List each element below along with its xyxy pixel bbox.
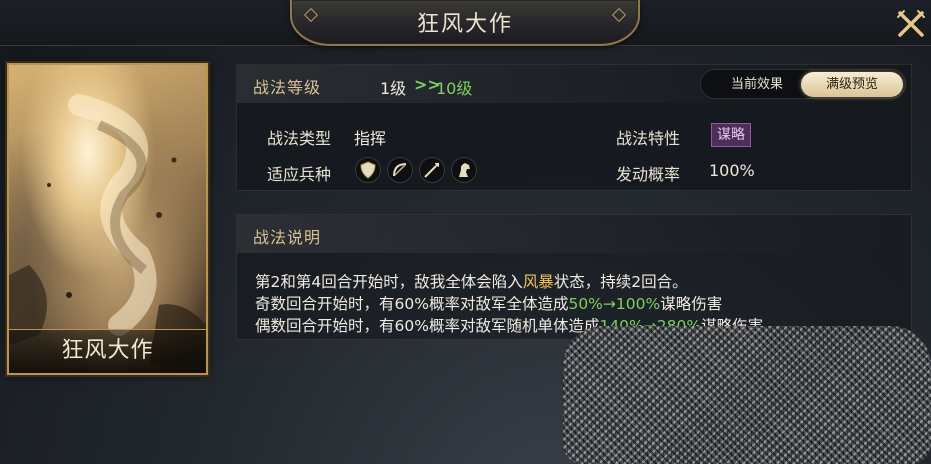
- close-icon: [897, 10, 925, 37]
- description-line-1: 第2和第4回合开始时，敌我全体会陷入风暴状态，持续2回合。: [255, 270, 688, 292]
- horse-icon: [451, 157, 477, 183]
- level-current: 1级: [380, 79, 407, 98]
- effect-toggle: 当前效果 满级预览: [700, 69, 906, 99]
- damage-rate-highlight: 50%→100%: [568, 295, 661, 313]
- tactic-info-panel: 战法等级 1级 >> 10级 当前效果 满级预览 战法类型 指挥 战法特性 谋略…: [236, 64, 912, 191]
- tactic-card: 狂风大作: [7, 63, 208, 375]
- bow-icon: [387, 157, 413, 183]
- desc-text: 偶数回合开始时，有60%概率对敌军随机单体造成: [255, 317, 600, 335]
- desc-text: 状态，持续2回合。: [553, 273, 688, 291]
- type-label: 战法类型: [267, 129, 332, 148]
- storm-status-highlight: 风暴: [522, 273, 554, 291]
- level-max: 10级: [436, 79, 473, 98]
- tornado-art-image: [9, 65, 206, 373]
- rate-value: 100%: [709, 161, 755, 180]
- noise-overlay: [563, 326, 931, 464]
- desc-text: 谋略伤害: [660, 295, 723, 313]
- description-header-row: [237, 215, 911, 253]
- full-level-preview-tab[interactable]: 满级预览: [801, 72, 903, 97]
- level-label: 战法等级: [253, 78, 322, 97]
- trait-badge: 谋略: [711, 123, 751, 147]
- current-effect-tab[interactable]: 当前效果: [709, 74, 805, 96]
- page-title: 狂风大作: [416, 12, 513, 37]
- shield-icon: [355, 157, 381, 183]
- card-name: 狂风大作: [61, 338, 154, 363]
- description-label: 战法说明: [253, 228, 322, 247]
- type-value: 指挥: [354, 129, 387, 148]
- troops-label: 适应兵种: [267, 165, 332, 184]
- desc-text: 第2和第4回合开始时，敌我全体会陷入: [255, 273, 523, 291]
- description-line-2: 奇数回合开始时，有60%概率对敌军全体造成50%→100%谋略伤害: [255, 292, 722, 314]
- spear-icon: [419, 157, 445, 183]
- desc-text: 奇数回合开始时，有60%概率对敌军全体造成: [255, 295, 569, 313]
- rate-label: 发动概率: [616, 165, 681, 184]
- close-button[interactable]: [895, 8, 927, 40]
- trait-label: 战法特性: [616, 129, 681, 148]
